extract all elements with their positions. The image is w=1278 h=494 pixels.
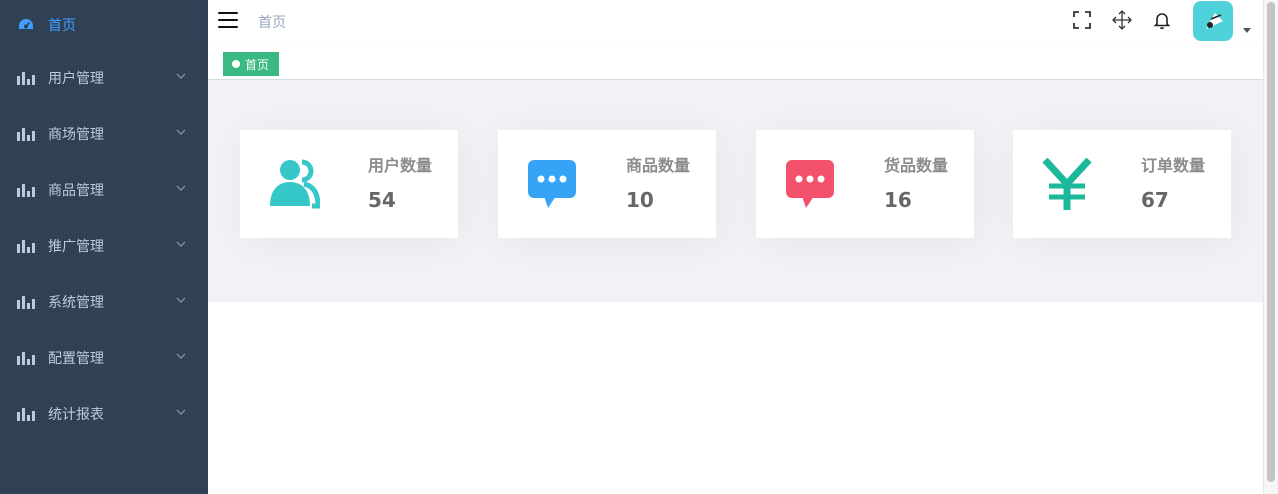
vertical-scrollbar[interactable]: [1263, 0, 1278, 494]
chart-bars-icon: [17, 239, 35, 253]
dashboard-icon: [18, 18, 34, 32]
stat-value: 10: [626, 188, 654, 212]
stat-value: 67: [1141, 188, 1169, 212]
message-icon: [786, 160, 834, 208]
stat-card-users[interactable]: 用户数量 54: [240, 130, 458, 238]
sidebar-item-system-management[interactable]: 系统管理: [0, 274, 208, 330]
sidebar-item-user-management[interactable]: 用户管理: [0, 50, 208, 106]
chart-bars-icon: [17, 127, 35, 141]
stat-value: 16: [884, 188, 912, 212]
chevron-down-icon: [176, 353, 186, 359]
sidebar-item-label: 推广管理: [48, 239, 104, 255]
chart-bars-icon: [17, 295, 35, 309]
sidebar-item-config-management[interactable]: 配置管理: [0, 330, 208, 386]
sidebar-item-promotion-management[interactable]: 推广管理: [0, 218, 208, 274]
chevron-down-icon: [176, 73, 186, 79]
message-icon: [528, 160, 576, 208]
stat-card-goods[interactable]: 商品数量 10: [498, 130, 716, 238]
stat-label: 货品数量: [884, 156, 949, 175]
chart-bars-icon: [17, 407, 35, 421]
sidebar-item-statistics-report[interactable]: 统计报表: [0, 386, 208, 442]
hamburger-icon[interactable]: [218, 12, 238, 30]
sidebar-item-mall-management[interactable]: 商场管理: [0, 106, 208, 162]
chevron-down-icon: [176, 129, 186, 135]
active-dot-icon: [232, 60, 240, 68]
sidebar-item-home[interactable]: 首页: [0, 0, 208, 50]
sidebar: 首页 用户管理 商场管理 商品管理 推广管理 系统管理 配置管理 统计报表: [0, 0, 208, 494]
scrollbar-thumb[interactable]: [1267, 2, 1275, 482]
yen-icon: [1042, 158, 1092, 210]
users-icon: [270, 159, 320, 209]
stat-label: 商品数量: [626, 156, 691, 175]
navbar: 首页: [208, 0, 1263, 44]
sidebar-item-label: 系统管理: [48, 295, 104, 311]
move-icon[interactable]: [1112, 10, 1132, 30]
breadcrumb[interactable]: 首页: [258, 12, 286, 32]
tags-view: 首页: [208, 44, 1263, 80]
dashboard-panel: 用户数量 54 商品数量 10 货品数量 16 订单数量 67: [208, 80, 1263, 302]
caret-down-icon[interactable]: [1243, 28, 1251, 33]
chart-bars-icon: [17, 71, 35, 85]
sidebar-item-label: 商场管理: [48, 127, 104, 143]
tag-home[interactable]: 首页: [223, 52, 280, 76]
sidebar-item-label: 商品管理: [48, 183, 104, 199]
chevron-down-icon: [176, 409, 186, 415]
stat-label: 用户数量: [368, 156, 433, 175]
sidebar-item-label: 用户管理: [48, 71, 104, 87]
bell-icon[interactable]: [1152, 10, 1172, 30]
stat-label: 订单数量: [1141, 156, 1206, 175]
sidebar-item-label: 统计报表: [48, 407, 104, 423]
stat-value: 54: [368, 188, 396, 212]
chevron-down-icon: [176, 241, 186, 247]
fullscreen-icon[interactable]: [1072, 10, 1092, 30]
sidebar-item-label: 配置管理: [48, 351, 104, 367]
stat-card-orders[interactable]: 订单数量 67: [1013, 130, 1231, 238]
stat-card-products[interactable]: 货品数量 16: [756, 130, 974, 238]
chevron-down-icon: [176, 185, 186, 191]
sidebar-item-label: 首页: [48, 18, 76, 34]
avatar[interactable]: [1193, 1, 1233, 41]
chart-bars-icon: [17, 351, 35, 365]
chart-bars-icon: [17, 183, 35, 197]
sidebar-item-goods-management[interactable]: 商品管理: [0, 162, 208, 218]
tag-label: 首页: [245, 57, 270, 72]
chevron-down-icon: [176, 297, 186, 303]
